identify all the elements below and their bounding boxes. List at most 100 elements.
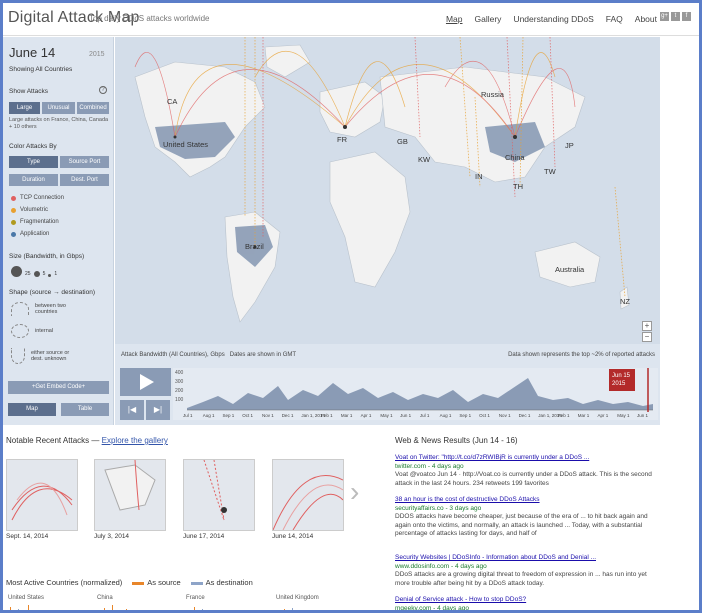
label-th[interactable]: TH — [513, 182, 523, 191]
x-tick: Oct 1 — [242, 413, 253, 418]
skip-back-button[interactable]: |◀ — [120, 400, 144, 420]
result-snippet: DDoS attacks are a growing digital threa… — [395, 571, 647, 587]
web-result: Voat on Twitter: "http://t.co/d7zRWIBjR … — [395, 454, 657, 488]
large-button[interactable]: Large — [9, 102, 40, 114]
twitter-icon[interactable]: t — [671, 12, 680, 21]
shape-label-text: either source or dest. unknown — [31, 350, 70, 362]
x-tick: Jun 1 — [400, 413, 412, 418]
attack-thumbnail[interactable] — [94, 459, 166, 531]
thumb-svg — [104, 460, 156, 511]
small-circle-icon — [48, 274, 52, 277]
chevron-right-icon[interactable]: › — [350, 476, 359, 508]
result-title-link[interactable]: 38 an hour is the cost of destructive DD… — [395, 496, 657, 505]
map-svg — [134, 37, 630, 323]
attack-thumbnail[interactable] — [183, 459, 255, 531]
as-source-label: As source — [147, 578, 181, 587]
legend-as-destination: As destination — [190, 578, 253, 587]
label-australia[interactable]: Australia — [555, 265, 584, 274]
shape-internal: internal — [11, 324, 53, 338]
timeline-subtitle: Dates are shown in GMT — [229, 352, 297, 358]
label-tw[interactable]: TW — [544, 167, 556, 176]
europe-shape — [319, 81, 386, 138]
legend-as-source: As source — [132, 578, 181, 587]
table-tab[interactable]: Table — [61, 403, 109, 416]
circle-icon — [11, 324, 29, 338]
size-label: Size (Bandwidth, in Gbps) — [9, 253, 85, 260]
map-tab[interactable]: Map — [8, 403, 56, 416]
result-title-link[interactable]: Security Websites | DDoSInfo - Informati… — [395, 554, 657, 563]
label-brazil[interactable]: Brazil — [245, 242, 264, 251]
label-kw[interactable]: KW — [418, 155, 430, 164]
result-title-link[interactable]: Denial of Service attack - How to stop D… — [395, 596, 657, 605]
x-tick: Mar 1 — [578, 413, 590, 418]
shape-unknown: either source or dest. unknown — [11, 348, 81, 364]
legend-application: Application — [11, 231, 49, 237]
play-button[interactable] — [120, 368, 171, 396]
header: Digital Attack Map Top daily DDoS attack… — [3, 3, 699, 36]
result-source: twitter.com - 4 days ago — [395, 462, 464, 470]
asia-shape — [379, 66, 586, 183]
sidebar: June 14 2015 Showing All Countries Show … — [3, 37, 114, 425]
facebook-icon[interactable]: f — [682, 12, 691, 21]
nav-faq[interactable]: FAQ — [606, 14, 623, 24]
x-tick: Aug 1 — [203, 413, 215, 418]
nav-gallery[interactable]: Gallery — [475, 14, 502, 24]
x-tick: May 1 — [617, 413, 630, 418]
x-tick: Feb 1 — [321, 413, 333, 418]
label-russia[interactable]: Russia — [481, 90, 504, 99]
help-icon[interactable]: ? — [99, 86, 107, 94]
label-gb[interactable]: GB — [397, 137, 408, 146]
funnel-icon — [11, 348, 25, 364]
attack-thumbnail[interactable] — [272, 459, 344, 531]
x-tick: Sep 1 — [459, 413, 471, 418]
result-source: mgeeky.com - 4 days ago — [395, 604, 469, 612]
label-china[interactable]: China — [505, 153, 525, 162]
unusual-button[interactable]: Unusual — [42, 102, 75, 114]
size-value: 25 — [25, 271, 31, 277]
result-source: www.ddosinfo.com - 4 days ago — [395, 562, 487, 570]
google-plus-icon[interactable]: g+ — [660, 12, 669, 21]
current-date-marker[interactable]: Jun 15 2015 — [609, 369, 635, 391]
fragmentation-dot-icon — [11, 219, 16, 225]
x-tick: Nov 1 — [499, 413, 511, 418]
legend-volumetric: Volumetric — [11, 207, 48, 213]
gallery-link[interactable]: Explore the gallery — [102, 436, 168, 445]
combined-button[interactable]: Combined — [77, 102, 109, 114]
result-snippet: DDOS attacks have become cheaper, just b… — [395, 513, 648, 537]
zoom-in-button[interactable]: + — [642, 321, 652, 331]
label-ca[interactable]: CA — [167, 97, 177, 106]
result-title-link[interactable]: Voat on Twitter: "http://t.co/d7zRWIBjR … — [395, 454, 657, 463]
label-in[interactable]: IN — [475, 172, 483, 181]
duration-button[interactable]: Duration — [9, 174, 58, 186]
color-by-label: Color Attacks By — [9, 143, 57, 150]
volumetric-dot-icon — [11, 207, 16, 213]
world-map[interactable]: United States Brazil Russia China Austra… — [115, 37, 660, 344]
nav-about[interactable]: About — [635, 14, 657, 24]
dest-port-button[interactable]: Dest. Port — [60, 174, 109, 186]
embed-code-button[interactable]: +Get Embed Code+ — [8, 381, 109, 394]
label-united-states[interactable]: United States — [163, 140, 208, 149]
x-tick: Apr 1 — [361, 413, 372, 418]
label-fr[interactable]: FR — [337, 135, 347, 144]
label-jp[interactable]: JP — [565, 141, 574, 150]
main-nav: Map Gallery Understanding DDoS FAQ About — [446, 14, 657, 24]
skip-forward-button[interactable]: ▶| — [146, 400, 170, 420]
thumb-svg — [11, 482, 73, 521]
nav-map[interactable]: Map — [446, 14, 463, 24]
bandwidth-chart[interactable]: 400 300 200 100 Jul 1 Aug 1 Sep 1 Oct 1 Nov … — [173, 368, 658, 420]
nav-understanding-ddos[interactable]: Understanding DDoS — [513, 14, 593, 24]
size-value: 5 — [42, 271, 46, 277]
source-port-button[interactable]: Source Port — [60, 156, 109, 168]
thumb-date: June 17, 2014 — [183, 533, 225, 540]
attack-thumbnail[interactable] — [6, 459, 78, 531]
thumb-date: Sept. 14, 2014 — [6, 533, 49, 540]
timeline: Attack Bandwidth (All Countries), Gbps D… — [115, 344, 660, 425]
label-nz[interactable]: NZ — [620, 297, 630, 306]
legend-label: Fragmentation — [20, 219, 59, 225]
x-tick: Jun 1 — [637, 413, 649, 418]
type-button[interactable]: Type — [9, 156, 58, 168]
x-tick: Sep 1 — [222, 413, 234, 418]
x-tick: Oct 1 — [479, 413, 490, 418]
x-tick: Dec 1 — [282, 413, 294, 418]
zoom-out-button[interactable]: − — [642, 332, 652, 342]
